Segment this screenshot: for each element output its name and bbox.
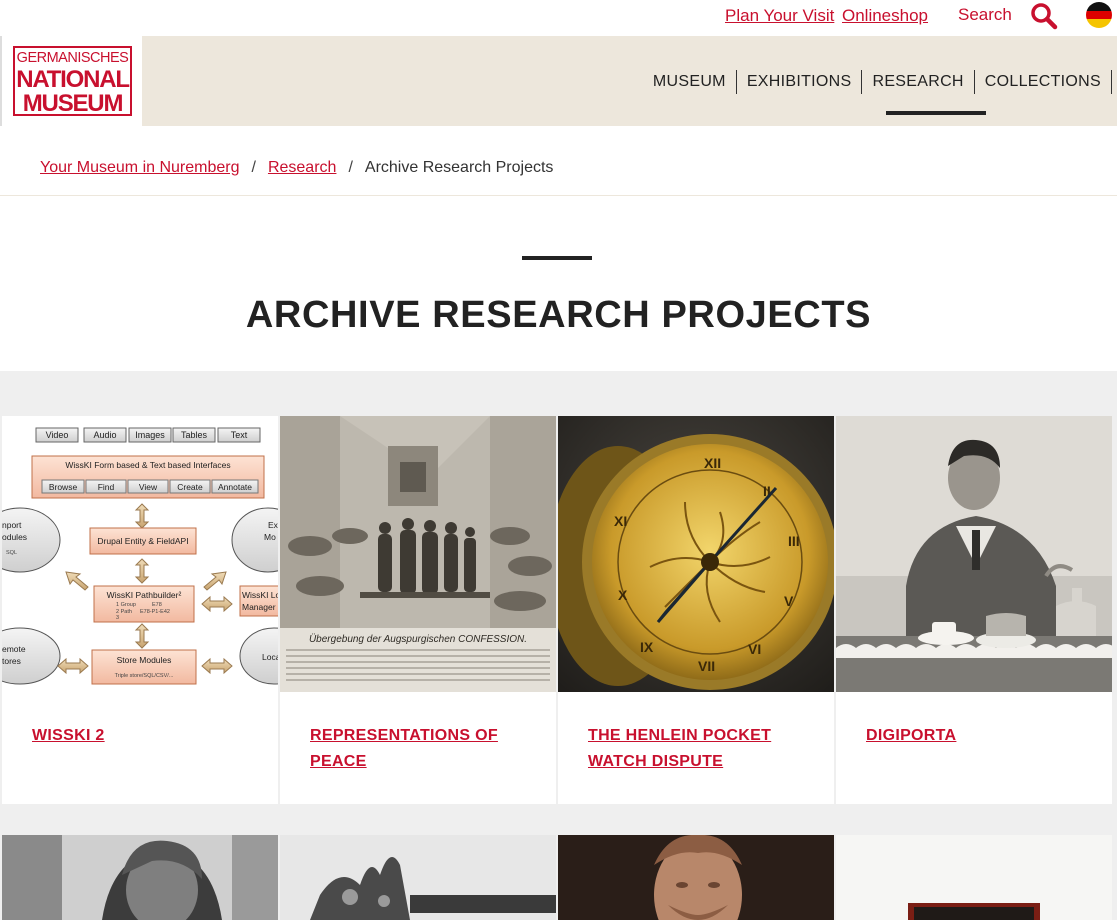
breadcrumb-current: Archive Research Projects <box>364 159 554 176</box>
nav-item-museum[interactable]: MUSEUM <box>643 70 737 94</box>
local-manager-1: WissKI Lo <box>242 590 278 600</box>
export-modules-1: Ex <box>268 520 278 530</box>
plan-your-visit-link[interactable]: Plan Your Visit <box>725 6 834 26</box>
digiporta-photo[interactable] <box>836 416 1112 692</box>
svg-text:VII: VII <box>698 658 715 674</box>
museum-logo[interactable]: GERMANISCHES NATIONAL MUSEUM <box>13 46 132 116</box>
media-images: Images <box>135 430 165 440</box>
project-card-row2-3[interactable] <box>558 835 834 920</box>
title-accent-bar <box>522 256 592 260</box>
interfaces-label: WissKI Form based & Text based Interface… <box>65 460 230 470</box>
media-tables: Tables <box>181 430 208 440</box>
drupal-label: Drupal Entity & FieldAPI <box>97 536 188 546</box>
export-modules-2: Mo <box>264 532 276 542</box>
main-nav: MUSEUM EXHIBITIONS RESEARCH COLLECTIONS <box>643 70 1112 98</box>
nav-item-exhibitions[interactable]: EXHIBITIONS <box>737 70 863 94</box>
logo-line-1: GERMANISCHES <box>16 50 129 66</box>
media-video: Video <box>46 430 69 440</box>
project-title-digiporta[interactable]: DIGIPORTA <box>866 723 1086 749</box>
svg-text:X: X <box>618 587 628 603</box>
svg-text:VI: VI <box>748 641 761 657</box>
import-modules-2: odules <box>2 532 27 542</box>
breadcrumb-separator: / <box>348 159 353 176</box>
logo-container[interactable]: GERMANISCHES NATIONAL MUSEUM <box>0 36 142 126</box>
breadcrumb-link-research[interactable]: Research <box>268 159 336 177</box>
pathbuilder-row: 1 Group <box>116 602 136 608</box>
action-annotate: Annotate <box>218 482 252 492</box>
search-icon[interactable] <box>1030 2 1058 30</box>
pocket-watch-image[interactable]: XII II III V VI VII IX X XI <box>558 416 834 692</box>
onlineshop-link[interactable]: Onlineshop <box>842 6 928 26</box>
import-sub: SQL <box>6 550 17 556</box>
german-flag-icon[interactable] <box>1086 2 1112 28</box>
top-utility-bar: Plan Your Visit Onlineshop Search <box>0 0 1117 36</box>
pathbuilder-row: E78 <box>152 602 162 608</box>
action-view: View <box>139 482 158 492</box>
store-sub: Triple store/SQL/CSV/... <box>115 673 174 679</box>
pathbuilder-label: WissKI Pathbuilder² <box>107 590 182 600</box>
nav-active-indicator <box>886 111 986 115</box>
nav-item-collections[interactable]: COLLECTIONS <box>975 70 1112 94</box>
pocket-watch-svg: XIIIIIII VVIVII IXXXI <box>558 416 834 692</box>
pathbuilder-row: E78-P1-E42 <box>140 609 170 615</box>
diagram-svg: Video Audio Images Tables Text WissKI Fo… <box>2 416 278 692</box>
wisski-architecture-diagram[interactable]: Video Audio Images Tables Text WissKI Fo… <box>2 416 278 692</box>
project-title-wisski[interactable]: WISSKI 2 <box>32 723 252 749</box>
action-create: Create <box>177 482 203 492</box>
media-row: Video Audio Images Tables Text <box>35 427 261 443</box>
project-title-henlein[interactable]: THE HENLEIN POCKET WATCH DISPUTE <box>588 723 808 775</box>
action-browse: Browse <box>49 482 78 492</box>
store-label: Store Modules <box>117 655 172 665</box>
page-title: ARCHIVE RESEARCH PROJECTS <box>245 294 872 336</box>
project-card-row2-1[interactable] <box>2 835 278 920</box>
breadcrumb-separator: / <box>251 159 256 176</box>
remote-stores-1: emote <box>2 644 26 654</box>
engraving-image[interactable]: Übergebung der Augspurgischen CONFESSION… <box>280 416 556 692</box>
action-find: Find <box>98 482 115 492</box>
svg-text:V: V <box>784 593 794 609</box>
breadcrumb: Your Museum in Nuremberg / Research / Ar… <box>40 159 553 177</box>
svg-text:XI: XI <box>614 513 627 529</box>
digiporta-svg <box>836 416 1112 692</box>
project-card-henlein[interactable]: XII II III V VI VII IX X XI THE HENLEIN POCKET… <box>558 416 834 804</box>
project-card-row2-2[interactable] <box>280 835 556 920</box>
local-manager-2: Manager <box>242 602 276 612</box>
search-label[interactable]: Search <box>958 5 1012 25</box>
bust-sculpture-photo <box>558 835 834 920</box>
cabinet-photo <box>836 835 1112 920</box>
iron-object-photo <box>280 835 556 920</box>
breadcrumb-link-home[interactable]: Your Museum in Nuremberg <box>40 159 240 177</box>
project-card-digiporta[interactable]: DIGIPORTA <box>836 416 1112 804</box>
logo-line-3: MUSEUM <box>22 89 124 117</box>
engraving-svg: Übergebung der Augspurgischen CONFESSION… <box>280 416 556 692</box>
project-card-row2-4[interactable] <box>836 835 1112 920</box>
local-label: Loca <box>262 652 278 662</box>
breadcrumb-divider <box>0 195 1117 196</box>
engraving-caption: Übergebung der Augspurgischen CONFESSION… <box>309 633 527 645</box>
media-text: Text <box>231 430 248 440</box>
portrait-photo <box>2 835 278 920</box>
import-modules-1: nport <box>2 520 22 530</box>
project-card-wisski[interactable]: Video Audio Images Tables Text WissKI Fo… <box>2 416 278 804</box>
project-title-peace[interactable]: REPRESENTATIONS OF PEACE <box>310 723 530 775</box>
project-card-peace[interactable]: Übergebung der Augspurgischen CONFESSION… <box>280 416 556 804</box>
remote-stores-2: tores <box>2 656 21 666</box>
pathbuilder-row: 3 <box>116 615 119 621</box>
media-audio: Audio <box>93 430 116 440</box>
svg-text:III: III <box>788 533 800 549</box>
svg-text:IX: IX <box>640 639 654 655</box>
svg-text:XII: XII <box>704 455 721 471</box>
nav-item-research[interactable]: RESEARCH <box>862 70 975 94</box>
logo-line-2: NATIONAL <box>16 65 130 93</box>
